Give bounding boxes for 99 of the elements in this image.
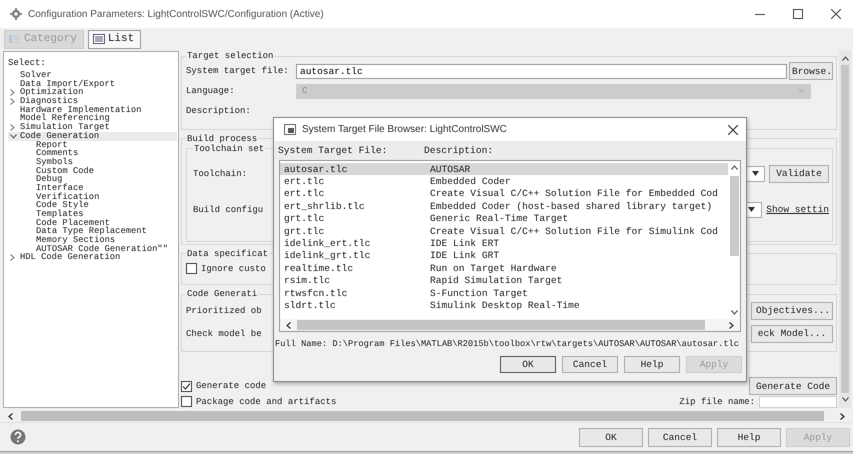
list-row[interactable]: autosar.tlc AUTOSAR — [280, 163, 728, 176]
full-name-text: Full Name: D:\Program Files\MATLAB\R2015b\toolbox\rtw\targets\AUTOSAR\AUTOSAR\autosar.tlc — [274, 338, 739, 351]
tree-item[interactable]: Memory Sections — [8, 236, 177, 245]
field-label: Prioritized ob — [186, 306, 262, 316]
scrollbar[interactable] — [839, 50, 851, 408]
caret-icon — [748, 207, 756, 212]
tree-item[interactable]: Solver — [8, 71, 177, 80]
tree-item[interactable]: Templates — [8, 210, 177, 219]
field-label: Check model be — [186, 328, 262, 339]
chevron-left-icon — [8, 412, 13, 420]
maximize-icon — [793, 9, 803, 19]
chevron-down-icon — [10, 134, 17, 139]
tree-item[interactable]: Verification — [8, 192, 177, 202]
field-label: Toolchain: — [193, 168, 248, 179]
show-settings-link[interactable]: Show settin — [766, 204, 829, 216]
list-row[interactable]: ert.tlc Create Visual C/C++ Solution File for Embedded Cod — [280, 188, 728, 200]
validate-button[interactable]: Validate — [769, 164, 829, 183]
close-icon — [728, 124, 738, 134]
list-row[interactable]: grt.tlc Generic Real-Time Target — [280, 212, 728, 225]
field-label: Language: — [186, 86, 236, 96]
chevron-right-icon — [10, 254, 15, 262]
text-field[interactable] — [759, 396, 837, 408]
list-row[interactable]: sldrt.tlc Simulink Desktop Real-Time — [280, 299, 728, 312]
tree-item[interactable]: Diagnostics — [8, 97, 177, 106]
checkbox[interactable] — [186, 263, 197, 274]
list-row[interactable]: ert.tlc Embedded Coder — [280, 175, 728, 188]
category-icon — [9, 34, 21, 44]
group-legend: Build process — [186, 134, 258, 144]
objectives-button[interactable]: Objectives... — [751, 302, 833, 320]
browse-button[interactable]: Browse. — [789, 62, 833, 80]
chevron-down-icon — [842, 397, 848, 402]
list-row[interactable]: rtwsfcn.tlc S-Function Target — [280, 286, 728, 300]
chevron-up-icon — [842, 56, 848, 61]
dialog-title: System Target File Browser: LightControlSWC — [302, 124, 508, 135]
caret-icon — [752, 171, 759, 176]
view-button[interactable]: List — [88, 30, 142, 48]
field-label: Build configu — [193, 204, 264, 215]
generate-code-button[interactable]: Generate Code — [749, 377, 837, 396]
checkbox-label: Ignore custo — [201, 264, 266, 274]
checkbox[interactable] — [181, 380, 192, 392]
dropdown[interactable] — [747, 166, 765, 182]
group-legend: Toolchain set — [193, 144, 266, 154]
chevron-up-icon — [730, 165, 738, 170]
chevron-right-icon — [10, 124, 15, 131]
column-header: Description: — [424, 145, 494, 156]
field-label: Zip file name: — [679, 396, 755, 407]
tree-item[interactable]: Optimization — [8, 88, 177, 98]
tree-item[interactable]: HDL Code Generation — [8, 253, 177, 262]
checkbox[interactable] — [181, 396, 192, 408]
tree-item[interactable]: Data Type Replacement — [8, 227, 177, 236]
chevron-down-icon — [730, 310, 738, 315]
list-row[interactable]: realtime.tlc Run on Target Hardware — [280, 262, 728, 275]
group-legend: Data specificat — [186, 248, 270, 259]
chevron-left-icon — [286, 322, 291, 328]
close-icon — [831, 9, 841, 19]
gear-icon — [10, 8, 22, 20]
list-row[interactable]: idelink_grt.tlc IDE Link GRT — [280, 250, 728, 262]
group-legend: Target selection — [186, 51, 274, 61]
dialog-button[interactable]: Help — [717, 428, 781, 446]
dialog-button[interactable]: Help — [624, 356, 680, 373]
help-icon — [10, 429, 26, 445]
tree-item[interactable]: Symbols — [8, 158, 177, 167]
tree-item[interactable]: Comments — [8, 149, 177, 158]
chevron-right-icon — [840, 412, 845, 420]
list-row[interactable]: ert_shrlib.tlc Embedded Coder (host-based shared library target) — [280, 200, 728, 213]
dialog-button[interactable]: OK — [579, 428, 643, 446]
checkbox-label: Generate code — [196, 381, 266, 392]
tree-item[interactable]: Debug — [8, 175, 177, 184]
list-row[interactable]: rsim.tlc Rapid Simulation Target — [280, 274, 728, 287]
column-header: System Target File: — [278, 145, 388, 156]
dialog-button[interactable]: Cancel — [562, 356, 618, 373]
tree-title: Select: — [8, 58, 47, 70]
tree-item[interactable]: Simulation Target — [8, 123, 177, 132]
dialog-button[interactable]: OK — [500, 356, 556, 373]
check-icon — [182, 382, 191, 391]
check-model-button[interactable]: eck Model... — [751, 324, 833, 343]
checkbox-label: Package code and artifacts — [196, 396, 336, 407]
tree-item[interactable]: Custom Code — [8, 166, 177, 176]
tree-item[interactable]: Report — [8, 140, 177, 150]
scrollbar[interactable] — [280, 319, 740, 331]
tree-item[interactable]: Data Import/Export — [8, 80, 177, 88]
window-icon — [284, 124, 296, 135]
tree-item[interactable]: Code Style — [8, 201, 177, 210]
group-legend: Code Generati — [186, 289, 258, 300]
field-label: System target file: — [186, 66, 290, 76]
tree-item[interactable]: Code Placement — [8, 218, 177, 228]
tree-item[interactable]: AUTOSAR Code Generation"" — [8, 244, 177, 254]
list-row[interactable]: grt.tlc Create Visual C/C++ Solution File for Simulink Cod — [280, 224, 728, 238]
tree-item[interactable]: Interface — [8, 184, 177, 193]
text-field[interactable]: autosar.tlc — [296, 64, 787, 78]
chevron-right-icon — [729, 322, 734, 328]
field-label: Description: — [186, 106, 252, 116]
dialog-button[interactable]: Cancel — [648, 428, 712, 446]
list-icon — [92, 34, 105, 44]
list-row[interactable]: idelink_ert.tlc IDE Link ERT — [280, 237, 728, 250]
window-title: Configuration Parameters: LightControlSWC/Configuration (Active) — [28, 8, 325, 20]
tree-item[interactable]: Code Generation — [8, 132, 177, 140]
tree-item[interactable]: Hardware Implementation — [8, 106, 177, 114]
tree-item[interactable]: Model Referencing — [8, 114, 177, 124]
